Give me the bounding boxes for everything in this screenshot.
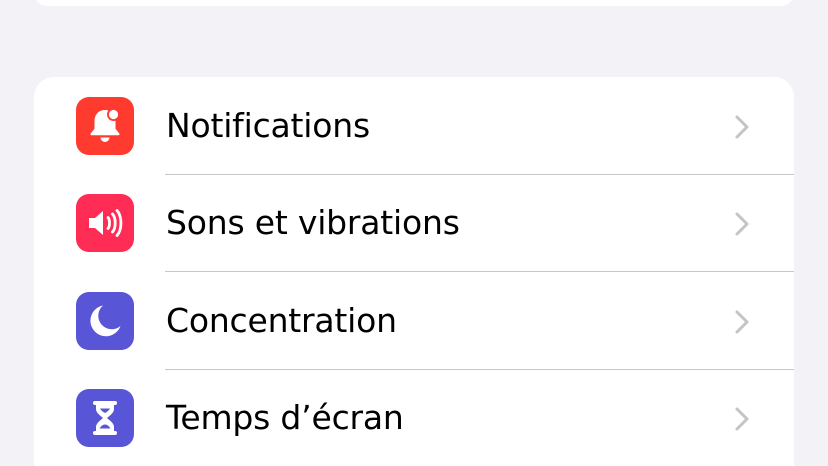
chevron-right-icon: [735, 310, 749, 334]
speaker-wave-icon: [89, 209, 123, 237]
settings-row-label: Temps d’écran: [166, 398, 404, 437]
chevron-right-icon: [735, 407, 749, 431]
sounds-icon-tile: [76, 194, 134, 252]
settings-row-label: Sons et vibrations: [166, 203, 460, 242]
settings-row-sounds[interactable]: Sons et vibrations: [34, 174, 794, 271]
focus-icon-tile: [76, 292, 134, 350]
settings-row-label: Concentration: [166, 301, 397, 340]
notifications-icon-tile: [76, 97, 134, 155]
settings-group: Notifications Sons et vibrations Concent…: [34, 77, 794, 466]
bell-badge-icon: [90, 108, 120, 142]
settings-row-focus[interactable]: Concentration: [34, 272, 794, 369]
previous-settings-group: [34, 0, 794, 6]
settings-screen: Notifications Sons et vibrations Concent…: [0, 0, 828, 466]
chevron-right-icon: [735, 212, 749, 236]
moon-icon: [90, 305, 121, 337]
settings-row-notifications[interactable]: Notifications: [34, 77, 794, 174]
chevron-right-icon: [735, 115, 749, 139]
screen-time-icon-tile: [76, 389, 134, 447]
settings-row-screen-time[interactable]: Temps d’écran: [34, 369, 794, 466]
settings-row-label: Notifications: [166, 106, 370, 145]
hourglass-icon: [93, 401, 117, 435]
